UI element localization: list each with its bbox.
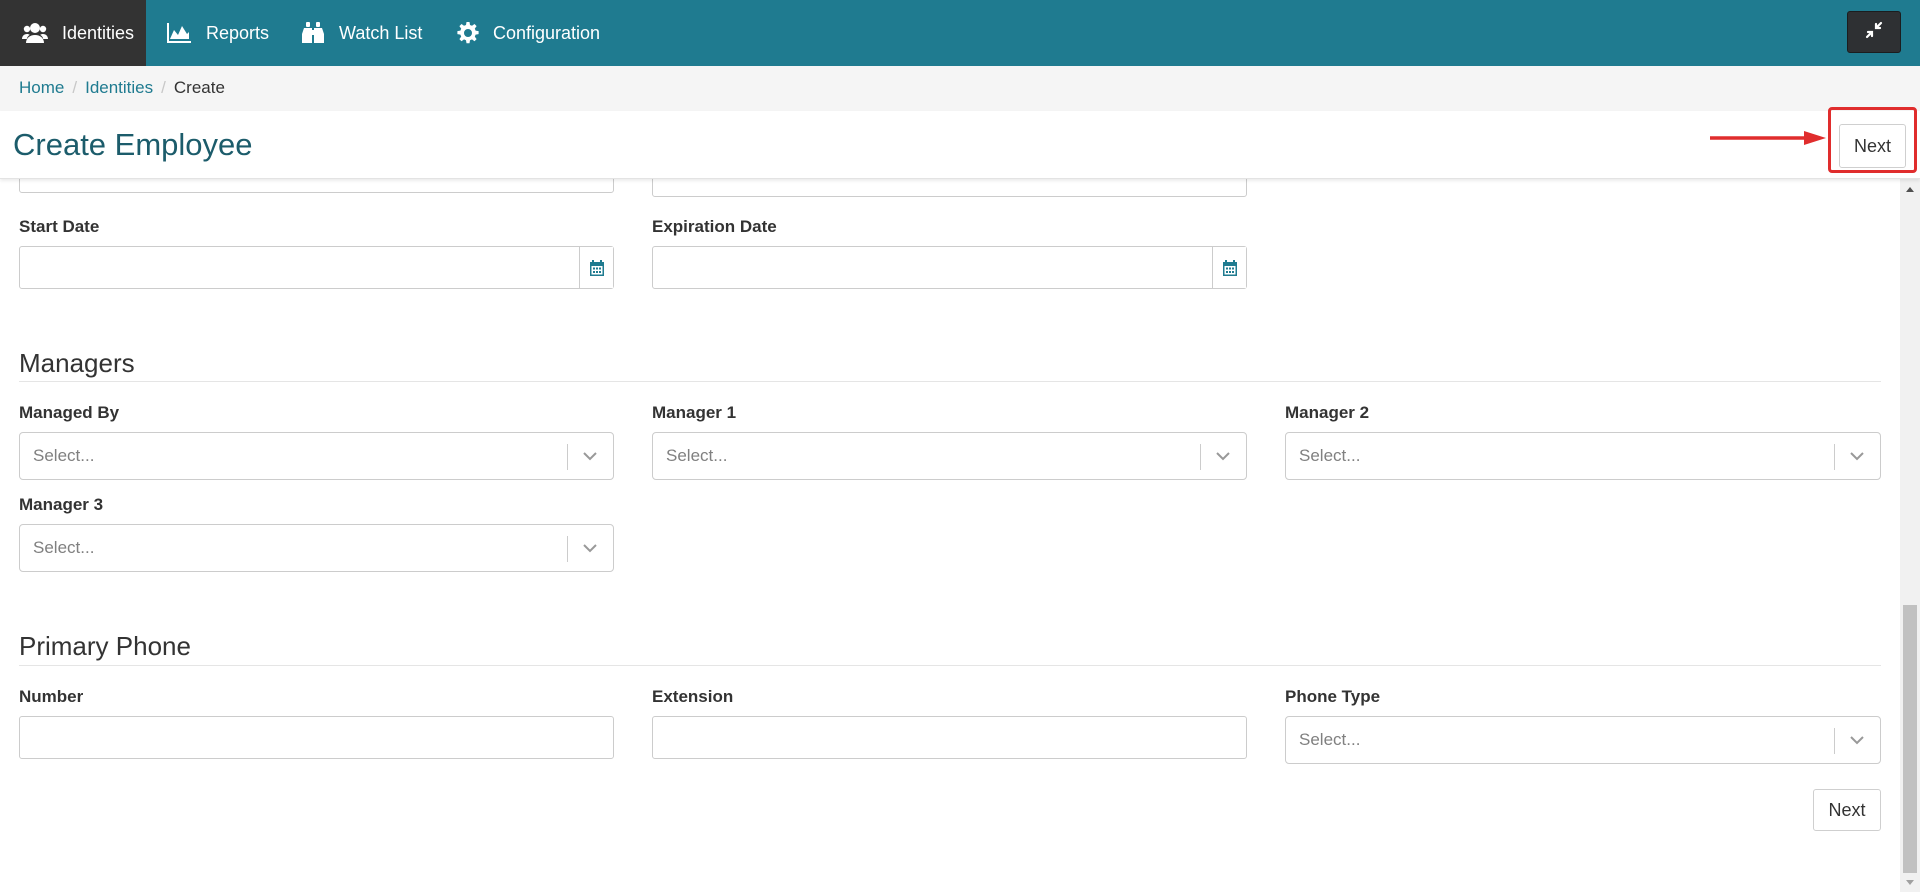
collapse-button[interactable]	[1847, 11, 1901, 53]
select-divider	[1200, 444, 1201, 470]
select-placeholder: Select...	[33, 446, 95, 465]
expiration-date-label: Expiration Date	[652, 217, 777, 236]
breadcrumb-home[interactable]: Home	[19, 78, 64, 98]
scroll-up-icon[interactable]	[1905, 184, 1915, 194]
breadcrumb-separator: /	[72, 78, 78, 97]
nav-item-label: Reports	[206, 22, 270, 43]
chevron-down-icon[interactable]	[1212, 445, 1234, 467]
select-placeholder: Select...	[666, 446, 728, 465]
page-header: Create Employee	[0, 111, 1920, 179]
chevron-down-icon[interactable]	[579, 537, 601, 559]
breadcrumb: Home / Identities / Create	[19, 78, 225, 98]
section-divider	[19, 381, 1881, 382]
arrow-annotation	[1708, 131, 1826, 150]
partial-input-middle[interactable]	[652, 179, 1247, 197]
page-title: Create Employee	[13, 127, 253, 162]
select-divider	[567, 444, 568, 470]
manager-2-select[interactable]: Select...	[1285, 432, 1881, 480]
form-content: Start Date Expiration Date Managers Mana…	[0, 179, 1900, 892]
managers-section-title: Managers	[19, 348, 135, 378]
area-chart-icon	[166, 22, 192, 44]
primary-phone-section-title: Primary Phone	[19, 631, 191, 661]
manager-3-select[interactable]: Select...	[19, 524, 614, 572]
managed-by-select[interactable]: Select...	[19, 432, 614, 480]
next-button-header[interactable]: Next	[1839, 124, 1906, 168]
nav-item-reports[interactable]: Reports	[166, 0, 269, 66]
nav-item-configuration[interactable]: Configuration	[457, 0, 600, 66]
calendar-icon[interactable]	[579, 247, 613, 288]
start-date-input[interactable]	[19, 246, 614, 289]
nav-item-identities[interactable]: Identities	[0, 0, 146, 66]
users-icon	[22, 22, 48, 44]
section-divider	[19, 665, 1881, 666]
phone-type-select[interactable]: Select...	[1285, 716, 1881, 764]
gear-icon	[457, 22, 479, 44]
managed-by-label: Managed By	[19, 403, 120, 422]
breadcrumb-identities[interactable]: Identities	[85, 78, 153, 98]
chevron-down-icon[interactable]	[1846, 729, 1868, 751]
breadcrumb-current: Create	[173, 78, 225, 97]
chevron-down-icon[interactable]	[579, 445, 601, 467]
manager-1-label: Manager 1	[652, 403, 737, 422]
select-placeholder: Select...	[1299, 730, 1361, 749]
calendar-icon[interactable]	[1212, 247, 1246, 288]
manager-3-label: Manager 3	[19, 495, 104, 514]
select-placeholder: Select...	[33, 538, 95, 557]
binoculars-icon	[301, 21, 325, 45]
extension-label: Extension	[652, 687, 734, 706]
chevron-down-icon[interactable]	[1846, 445, 1868, 467]
nav-item-label: Watch List	[339, 22, 423, 43]
breadcrumb-separator: /	[161, 78, 166, 97]
compress-icon	[1865, 21, 1883, 44]
phone-type-label: Phone Type	[1285, 687, 1381, 706]
scrollbar[interactable]	[1900, 179, 1920, 892]
manager-2-label: Manager 2	[1285, 403, 1370, 422]
nav-item-label: Configuration	[493, 22, 601, 43]
select-divider	[1834, 728, 1835, 754]
nav-item-watch-list[interactable]: Watch List	[301, 0, 422, 66]
breadcrumb-bar: Home / Identities / Create	[0, 66, 1920, 111]
select-divider	[567, 536, 568, 562]
manager-1-select[interactable]: Select...	[652, 432, 1247, 480]
extension-input[interactable]	[652, 716, 1247, 759]
top-navbar: Identities Reports Watch List Configurat…	[0, 0, 1920, 66]
select-divider	[1834, 444, 1835, 470]
nav-item-label: Identities	[62, 22, 135, 43]
number-label: Number	[19, 687, 84, 706]
select-placeholder: Select...	[1299, 446, 1361, 465]
scroll-thumb[interactable]	[1903, 605, 1917, 873]
scroll-down-icon[interactable]	[1905, 877, 1915, 887]
partial-input-left[interactable]	[19, 179, 614, 193]
expiration-date-input[interactable]	[652, 246, 1247, 289]
next-button-footer[interactable]: Next	[1813, 789, 1881, 831]
start-date-label: Start Date	[19, 217, 100, 236]
number-input[interactable]	[19, 716, 614, 759]
